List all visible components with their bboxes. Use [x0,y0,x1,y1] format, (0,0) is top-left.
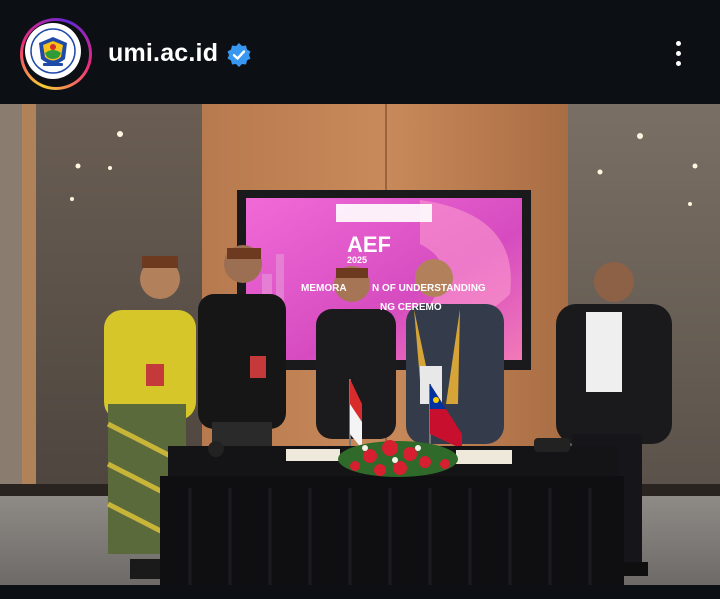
username[interactable]: umi.ac.id [108,38,218,68]
verified-badge-icon [226,42,252,68]
avatar[interactable] [20,18,92,90]
post-photo[interactable]: AEF 2025 MEMORA N OF UNDERSTANDING NG CE… [0,104,720,585]
university-logo-icon [25,23,81,79]
more-options-icon[interactable] [664,34,694,74]
bottom-strip [0,585,720,599]
instagram-post: umi.ac.id AEF 2025 MEMORA N OF UNDERSTAN… [0,0,720,599]
post-header: umi.ac.id [0,0,720,104]
ceremony-photo [0,104,720,585]
